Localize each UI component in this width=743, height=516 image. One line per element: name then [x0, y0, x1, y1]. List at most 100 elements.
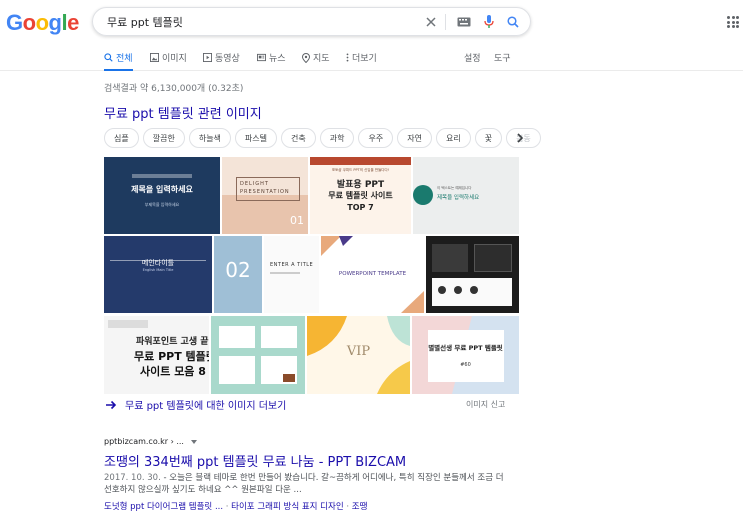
report-images-link[interactable]: 이미지 신고 — [466, 399, 505, 410]
tile-title: TOP 7 — [347, 203, 374, 212]
result-sitelinks: 도넛형 ppt 다이어그램 템플릿 ... · 타이포 그래피 방식 표지 디자… — [104, 500, 367, 512]
result-title-link[interactable]: 조땡의 334번째 ppt 템플릿 무료 나눔 - PPT BIZCAM — [104, 451, 406, 470]
chip[interactable]: 심플 — [104, 128, 139, 148]
tile-number: 01 — [290, 214, 304, 227]
search-icon — [104, 53, 113, 62]
tile-caption: 포토샵 쿠피드 PPT의 신입을 만들다다! — [331, 168, 390, 172]
chevron-right-icon[interactable] — [514, 132, 526, 144]
tile-subtitle: English Main Title — [142, 268, 174, 272]
search-tabs: 전체 이미지 동영상 뉴스 지도 더보기 설정 도구 — [0, 47, 743, 71]
tile-title: PRESENTATION — [240, 189, 290, 195]
more-dots-icon — [346, 53, 349, 62]
settings-link[interactable]: 설정 — [464, 51, 481, 64]
tab-label: 뉴스 — [269, 54, 286, 64]
tile-title: 별별선생 무료 PPT 템플릿 — [428, 344, 503, 352]
tile-number: #60 — [460, 362, 471, 368]
tab-label: 지도 — [313, 54, 330, 64]
arrow-right-icon — [106, 400, 117, 409]
image-grid: 제목을 입력하세요 부제목을 입력하세요 DELIGHT PRESENTATIO… — [104, 157, 519, 394]
video-icon — [203, 53, 212, 62]
tile-title: 메인타이틀 — [141, 259, 175, 267]
chip[interactable]: 건축 — [281, 128, 316, 148]
image-thumbnail[interactable] — [426, 236, 519, 313]
more-images-label: 무료 ppt 템플릿에 대한 이미지 더보기 — [125, 401, 287, 412]
logo-letter: o — [22, 10, 36, 35]
tools-link[interactable]: 도구 — [494, 51, 511, 64]
tile-title: 파워포인트 고생 끝 — [136, 337, 209, 347]
image-thumbnail[interactable]: 제목을 입력하세요 부제목을 입력하세요 — [104, 157, 220, 234]
search-input[interactable] — [107, 13, 407, 31]
image-thumbnail[interactable]: 파워포인트 고생 끝 무료 PPT 템플릿 사이트 모음 8 — [104, 316, 209, 394]
tile-title: VIP — [346, 344, 371, 359]
result-url-text: pptbizcam.co.kr › ... — [104, 437, 184, 446]
result-snippet: 2017. 10. 30. - 오늘은 블랙 테마로 한번 만들어 봤습니다. … — [104, 472, 504, 496]
tab-label: 이미지 — [162, 54, 187, 64]
image-thumbnail[interactable]: 메인타이틀 English Main Title — [104, 236, 212, 313]
tile-number: 02 — [225, 258, 251, 282]
image-thumbnail[interactable]: 이 텍스트는 예제입니다 제목을 입력하세요 — [413, 157, 519, 234]
image-thumbnail[interactable]: 02 — [214, 236, 262, 313]
tab-label: 동영상 — [215, 54, 240, 64]
result-stats: 검색결과 약 6,130,000개 (0.32초) — [104, 84, 244, 94]
settings-label: 설정 — [464, 54, 481, 64]
apps-grid-icon[interactable] — [727, 16, 739, 28]
tools-label: 도구 — [494, 54, 511, 64]
tile-title: 무료 템플릿 사이트 — [328, 191, 393, 200]
logo-letter: g — [48, 10, 62, 35]
logo-letter: G — [6, 10, 23, 35]
images-heading-link[interactable]: 무료 ppt 템플릿 관련 이미지 — [104, 103, 262, 122]
chip[interactable]: 자연 — [397, 128, 432, 148]
tab-videos[interactable]: 동영상 — [203, 51, 240, 64]
image-icon — [150, 53, 159, 62]
news-icon — [257, 53, 266, 62]
divider — [445, 14, 446, 30]
tile-subtitle: 이 텍스트는 예제입니다 — [437, 186, 472, 190]
sitelink[interactable]: 도넛형 ppt 다이어그램 템플릿 ... — [104, 502, 223, 512]
result-date: 2017. 10. 30. — [104, 473, 161, 483]
logo-letter: e — [67, 10, 79, 35]
tile-title: ENTER A TITLE — [270, 262, 314, 268]
tab-label: 더보기 — [352, 54, 377, 64]
chip[interactable]: 요리 — [435, 128, 471, 148]
tile-title: 발표용 PPT — [336, 180, 385, 190]
tab-images[interactable]: 이미지 — [150, 51, 187, 64]
sitelink[interactable]: 조땡 — [352, 502, 368, 512]
tile-title: DELIGHT — [240, 181, 269, 187]
tile-title: 제목을 입력하세요 — [131, 185, 193, 194]
keyboard-icon[interactable] — [456, 14, 472, 30]
filter-chips: 심플 깔끔한 하늘색 파스텔 건축 과학 우주 자연 요리 꽃 봄동 — [104, 128, 541, 148]
sitelink[interactable]: 타이포 그래피 방식 표지 디자인 — [231, 502, 343, 512]
image-thumbnail[interactable]: 별별선생 무료 PPT 템플릿 #60 — [412, 316, 519, 394]
tab-news[interactable]: 뉴스 — [257, 51, 286, 64]
result-url[interactable]: pptbizcam.co.kr › ... — [104, 437, 197, 446]
search-box — [92, 7, 531, 36]
tab-label: 전체 — [116, 54, 133, 64]
clear-icon[interactable] — [423, 14, 439, 30]
image-thumbnail[interactable]: DELIGHT PRESENTATION 01 — [222, 157, 308, 234]
image-thumbnail[interactable]: POWERPOINT TEMPLATE — [321, 236, 424, 313]
tile-title: 제목을 입력하세요 — [437, 195, 480, 201]
microphone-icon[interactable] — [481, 14, 497, 30]
chip[interactable]: 하늘색 — [188, 128, 231, 148]
image-thumbnail[interactable]: VIP — [307, 316, 410, 394]
google-logo[interactable]: Google — [6, 10, 79, 36]
caret-down-icon[interactable] — [190, 439, 197, 444]
tab-all[interactable]: 전체 — [104, 51, 133, 71]
map-pin-icon — [302, 52, 310, 63]
chip[interactable]: 꽃 — [474, 128, 503, 148]
tile-subtitle: 부제목을 입력하세요 — [144, 202, 180, 207]
logo-letter: o — [35, 10, 49, 35]
image-thumbnail[interactable] — [211, 316, 305, 394]
chip[interactable]: 파스텔 — [234, 128, 278, 148]
chip[interactable]: 깔끔한 — [142, 128, 185, 148]
more-images-link[interactable]: 무료 ppt 템플릿에 대한 이미지 더보기 — [106, 397, 286, 412]
tile-title: POWERPOINT TEMPLATE — [338, 271, 407, 277]
image-thumbnail[interactable]: ENTER A TITLE — [264, 236, 319, 313]
chip[interactable]: 우주 — [358, 128, 394, 148]
tab-more[interactable]: 더보기 — [346, 51, 377, 64]
chip[interactable]: 과학 — [319, 128, 355, 148]
tab-maps[interactable]: 지도 — [302, 51, 330, 64]
tile-title: 무료 PPT 템플릿 — [134, 350, 209, 363]
image-thumbnail[interactable]: 포토샵 쿠피드 PPT의 신입을 만들다다! 발표용 PPT 무료 템플릿 사이… — [310, 157, 411, 234]
search-icon[interactable] — [505, 14, 521, 30]
